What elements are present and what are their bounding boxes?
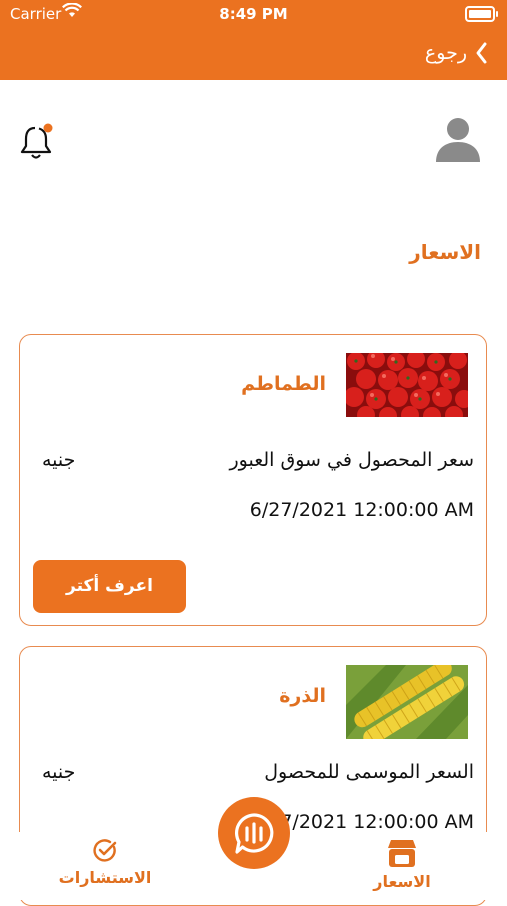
user-avatar-icon[interactable] xyxy=(435,116,481,162)
crop-name: الذرة xyxy=(279,685,326,707)
app-header: Carrier 8:49 PM رجوع xyxy=(0,0,507,80)
bell-icon[interactable] xyxy=(20,122,54,160)
back-label: رجوع xyxy=(424,42,467,64)
battery-icon xyxy=(465,6,498,22)
check-circle-icon xyxy=(93,839,117,862)
chat-fab-button[interactable] xyxy=(218,797,290,869)
nav-prices[interactable]: الاسعار xyxy=(342,832,462,900)
crop-price-card: الطماطم سعر المحصول في سوق العبور جنيه 6… xyxy=(19,334,487,626)
chat-bubble-icon xyxy=(234,813,274,854)
back-button[interactable]: رجوع xyxy=(425,38,491,68)
crop-name: الطماطم xyxy=(241,373,326,395)
status-bar: Carrier 8:49 PM xyxy=(0,0,507,28)
tomatoes-image xyxy=(346,353,468,417)
store-icon xyxy=(388,840,416,867)
price-label: سعر المحصول في سوق العبور xyxy=(229,449,475,471)
currency-label: جنيه xyxy=(42,761,76,783)
section-title: الاسعار xyxy=(409,240,481,264)
nav-consultations-label: الاستشارات xyxy=(58,868,152,887)
price-date: 6/27/2021 12:00:00 AM xyxy=(249,499,474,521)
clock: 8:49 PM xyxy=(219,5,288,23)
corn-image xyxy=(346,665,468,739)
learn-more-button[interactable]: اعرف أكتر xyxy=(33,560,186,613)
price-label: السعر الموسمى للمحصول xyxy=(264,761,474,783)
nav-consultations[interactable]: الاستشارات xyxy=(45,832,165,900)
currency-label: جنيه xyxy=(42,449,76,471)
nav-prices-label: الاسعار xyxy=(373,872,431,891)
chevron-left-icon xyxy=(476,42,487,64)
